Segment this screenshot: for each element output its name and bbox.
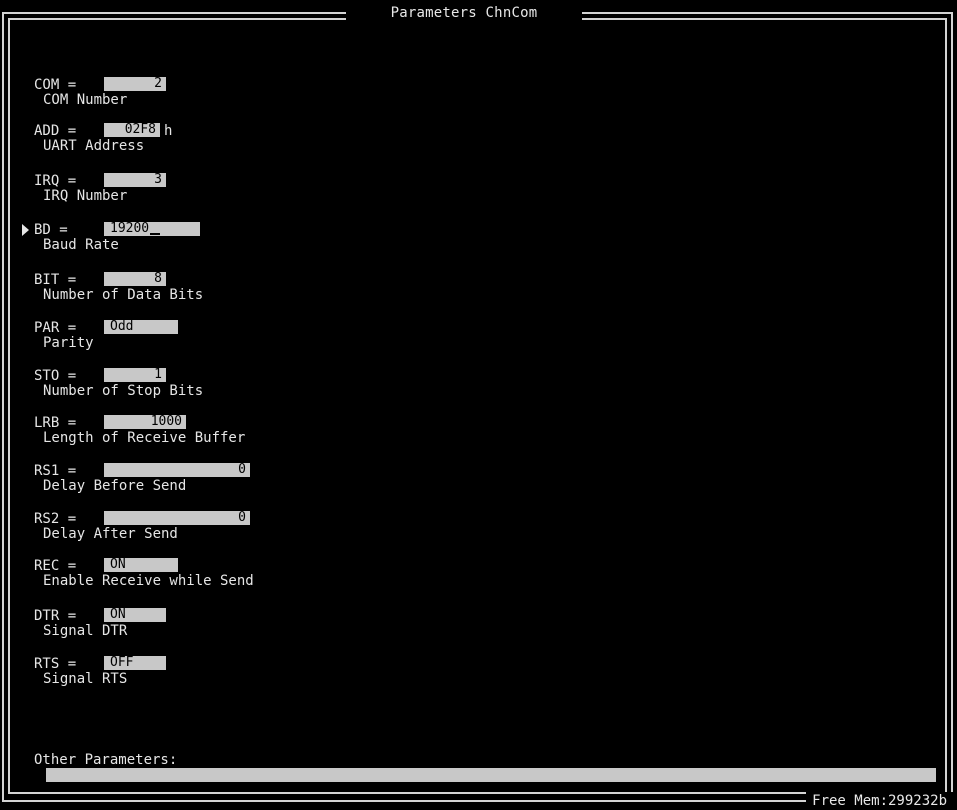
param-bit: BIT = 8 Number of Data Bits [22, 272, 622, 312]
text-caret [150, 233, 161, 235]
param-sto-label: STO = [34, 368, 77, 384]
param-rec-field[interactable]: ON [104, 558, 178, 572]
param-bit-field[interactable]: 8 [104, 272, 166, 286]
param-com: COM = 2 COM Number [22, 77, 622, 117]
param-bd: BD = 19200 Baud Rate [22, 222, 622, 262]
param-sto: STO = 1 Number of Stop Bits [22, 368, 622, 408]
param-com-field[interactable]: 2 [104, 77, 166, 91]
param-lrb: LRB = 1000 Length of Receive Buffer [22, 415, 622, 455]
param-par-field[interactable]: Odd [104, 320, 178, 334]
param-rts-field[interactable]: OFF [104, 656, 166, 670]
param-bit-desc: Number of Data Bits [43, 287, 204, 303]
param-bd-value: 19200 [110, 222, 150, 236]
param-rts: RTS = OFF Signal RTS [22, 656, 622, 696]
param-rs2-label: RS2 = [34, 511, 77, 527]
param-add-field[interactable]: 02F8 [104, 123, 160, 137]
param-irq: IRQ = 3 IRQ Number [22, 173, 622, 213]
param-add: ADD = 02F8 h UART Address [22, 123, 622, 163]
param-bit-label: BIT = [34, 272, 77, 288]
param-com-label: COM = [34, 77, 77, 93]
other-parameters-label: Other Parameters: [34, 752, 178, 768]
param-dtr: DTR = ON Signal DTR [22, 608, 622, 648]
param-par-label: PAR = [34, 320, 77, 336]
param-bd-label: BD = [34, 222, 68, 238]
param-add-desc: UART Address [43, 138, 145, 154]
window-title: Parameters ChnCom [346, 4, 582, 24]
param-com-desc: COM Number [43, 92, 128, 108]
param-rec-desc: Enable Receive while Send [43, 573, 254, 589]
param-irq-field[interactable]: 3 [104, 173, 166, 187]
param-sto-desc: Number of Stop Bits [43, 383, 204, 399]
param-lrb-label: LRB = [34, 415, 77, 431]
param-rts-label: RTS = [34, 656, 77, 672]
param-rs1: RS1 = 0 Delay Before Send [22, 463, 622, 503]
param-lrb-desc: Length of Receive Buffer [43, 430, 246, 446]
param-dtr-desc: Signal DTR [43, 623, 128, 639]
param-add-suffix: h [164, 123, 173, 139]
param-lrb-field[interactable]: 1000 [104, 415, 186, 429]
param-rs1-field[interactable]: 0 [104, 463, 250, 477]
param-rs2-field[interactable]: 0 [104, 511, 250, 525]
cursor-triangle-icon [22, 224, 29, 236]
param-bd-desc: Baud Rate [43, 237, 119, 253]
param-rts-desc: Signal RTS [43, 671, 128, 687]
param-rs1-desc: Delay Before Send [43, 478, 187, 494]
other-parameters-field[interactable] [46, 768, 936, 782]
param-irq-label: IRQ = [34, 173, 77, 189]
param-irq-desc: IRQ Number [43, 188, 128, 204]
param-rec: REC = ON Enable Receive while Send [22, 558, 622, 598]
param-par: PAR = Odd Parity [22, 320, 622, 360]
param-sto-field[interactable]: 1 [104, 368, 166, 382]
param-bd-field[interactable]: 19200 [104, 222, 200, 236]
param-rs2-desc: Delay After Send [43, 526, 178, 542]
param-par-desc: Parity [43, 335, 94, 351]
param-dtr-label: DTR = [34, 608, 77, 624]
free-memory-status: Free Mem:299232b [806, 792, 953, 810]
param-rs2: RS2 = 0 Delay After Send [22, 511, 622, 551]
param-dtr-field[interactable]: ON [104, 608, 166, 622]
param-add-label: ADD = [34, 123, 77, 139]
param-rs1-label: RS1 = [34, 463, 77, 479]
param-rec-label: REC = [34, 558, 77, 574]
